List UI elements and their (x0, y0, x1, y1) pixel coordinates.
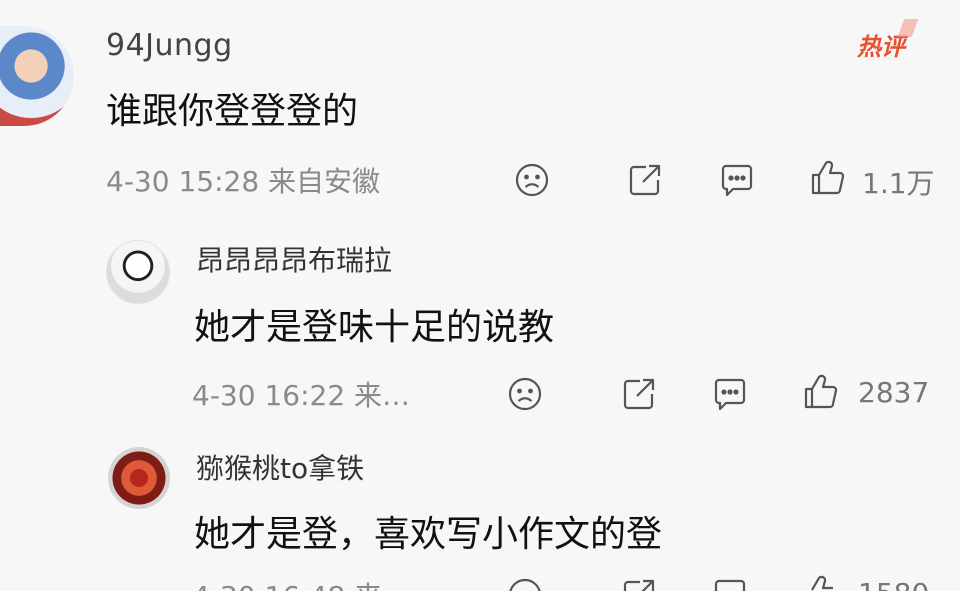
comment-text: 她才是登味十足的说教 (194, 307, 555, 348)
avatar[interactable] (0, 26, 74, 126)
comment-meta: 4-30 15:28 来自安徽 (106, 165, 381, 198)
avatar[interactable] (106, 240, 170, 304)
username[interactable]: 猕猴桃to拿铁 (196, 447, 364, 487)
comment-text: 谁跟你登登登的 (106, 91, 359, 132)
comment-meta: 4-30 16:48 来 (192, 575, 382, 591)
share-icon[interactable] (619, 575, 659, 591)
avatar[interactable] (108, 447, 170, 509)
comment-text: 她才是登，喜欢写小作文的登 (194, 514, 663, 555)
hot-comment-badge: 热评 (857, 27, 905, 62)
comment-icon[interactable] (710, 575, 750, 591)
comment-thread: 热评 94Jungg 谁跟你登登登的 4-30 15:28 来自安徽 1.1万 … (0, 0, 960, 591)
share-icon[interactable] (625, 160, 665, 200)
like-count: 1580 (858, 577, 929, 591)
username[interactable]: 昂昂昂昂布瑞拉 (196, 239, 392, 279)
thumbs-up-icon[interactable] (808, 158, 848, 198)
like-count: 2837 (858, 376, 930, 409)
sad-face-icon[interactable] (505, 374, 545, 414)
sad-face-icon[interactable] (505, 575, 545, 591)
username[interactable]: 94Jungg (106, 28, 233, 63)
thumbs-up-icon[interactable] (801, 573, 841, 591)
comment-icon[interactable] (710, 374, 750, 414)
like-count: 1.1万 (862, 167, 935, 200)
share-icon[interactable] (619, 374, 659, 414)
thumbs-up-icon[interactable] (801, 372, 841, 412)
sad-face-icon[interactable] (512, 160, 552, 200)
comment-icon[interactable] (717, 160, 757, 200)
comment-meta: 4-30 16:22 来… (192, 379, 411, 412)
